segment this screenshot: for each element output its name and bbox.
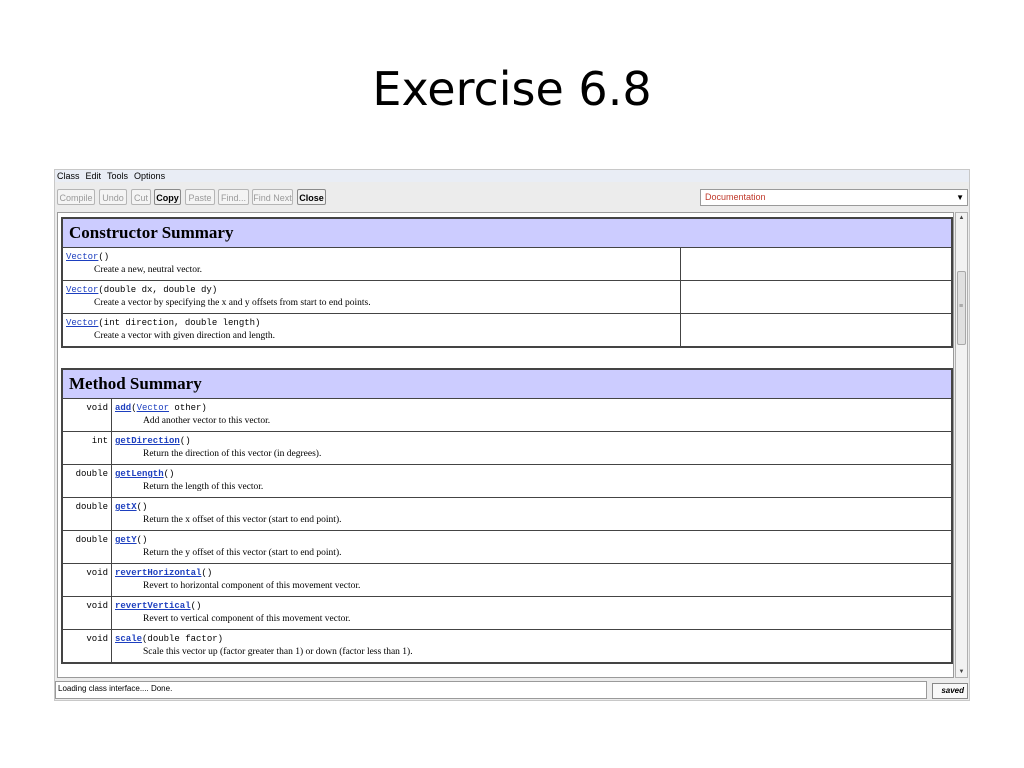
constructor-link[interactable]: Vector <box>66 285 98 295</box>
method-return-type: double <box>61 530 112 564</box>
status-bar: Loading class interface.... Done. <box>55 681 927 699</box>
method-link[interactable]: revertHorizontal <box>115 568 201 578</box>
method-return-type: void <box>61 629 112 663</box>
constructor-params: (double dx, double dy) <box>98 285 218 295</box>
grip-icon: ≡ <box>959 303 964 310</box>
scroll-thumb[interactable]: ≡ <box>957 271 966 345</box>
method-params: () <box>163 469 175 479</box>
menubar: Class Edit Tools Options <box>55 170 969 182</box>
vertical-scrollbar[interactable]: ▲ ≡ ▼ <box>955 212 968 678</box>
method-return-type: void <box>61 563 112 597</box>
menu-class[interactable]: Class <box>57 171 80 181</box>
method-params: () <box>179 436 191 446</box>
menu-tools[interactable]: Tools <box>107 171 128 181</box>
undo-button[interactable]: Undo <box>99 189 127 205</box>
menu-options[interactable]: Options <box>134 171 165 181</box>
method-description: Revert to horizontal component of this m… <box>143 581 361 591</box>
method-link[interactable]: revertVertical <box>115 601 191 611</box>
method-params: () <box>136 535 148 545</box>
method-params: () <box>190 601 202 611</box>
method-return-type: void <box>61 398 112 432</box>
method-return-type: double <box>61 464 112 498</box>
chevron-down-icon: ▼ <box>956 193 964 202</box>
constructor-summary-table: Constructor Summary Vector() Create a ne… <box>61 217 953 348</box>
method-description: Revert to vertical component of this mov… <box>143 614 351 624</box>
blank-cell <box>680 313 953 347</box>
constructor-row: Vector(double dx, double dy) Create a ve… <box>61 280 953 314</box>
constructor-link[interactable]: Vector <box>66 318 98 328</box>
method-description: Return the y offset of this vector (star… <box>143 548 342 558</box>
method-row: void revertVertical() Revert to vertical… <box>61 596 953 630</box>
method-link[interactable]: getX <box>115 502 137 512</box>
method-return-type: int <box>61 431 112 465</box>
method-row: double getX() Return the x offset of thi… <box>61 497 953 531</box>
method-link[interactable]: getY <box>115 535 137 545</box>
method-description: Return the x offset of this vector (star… <box>143 515 342 525</box>
param-type-link[interactable]: Vector <box>137 403 169 413</box>
scroll-up-icon[interactable]: ▲ <box>956 213 967 223</box>
method-description: Scale this vector up (factor greater tha… <box>143 647 413 657</box>
method-row: void revertHorizontal() Revert to horizo… <box>61 563 953 597</box>
method-params: () <box>201 568 213 578</box>
constructor-params: () <box>98 252 110 262</box>
constructor-link[interactable]: Vector <box>66 252 98 262</box>
menu-edit[interactable]: Edit <box>86 171 102 181</box>
compile-button[interactable]: Compile <box>57 189 95 205</box>
constructor-row: Vector(int direction, double length) Cre… <box>61 313 953 347</box>
method-description: Return the direction of this vector (in … <box>143 449 322 459</box>
method-link[interactable]: getLength <box>115 469 164 479</box>
method-row: double getY() Return the y offset of thi… <box>61 530 953 564</box>
method-summary-heading: Method Summary <box>62 369 952 399</box>
scroll-down-icon[interactable]: ▼ <box>956 667 967 677</box>
view-select[interactable]: Documentation ▼ <box>700 189 968 206</box>
method-row: int getDirection() Return the direction … <box>61 431 953 465</box>
find-button[interactable]: Find... <box>218 189 249 205</box>
method-row: double getLength() Return the length of … <box>61 464 953 498</box>
method-summary-table: Method Summary void add(Vector other) Ad… <box>61 368 953 664</box>
copy-button[interactable]: Copy <box>154 189 181 205</box>
blank-cell <box>680 280 953 314</box>
method-link[interactable]: getDirection <box>115 436 180 446</box>
constructor-description: Create a vector with given direction and… <box>94 331 275 341</box>
paste-button[interactable]: Paste <box>185 189 215 205</box>
method-params: () <box>136 502 148 512</box>
constructor-params: (int direction, double length) <box>98 318 261 328</box>
constructor-row: Vector() Create a new, neutral vector. <box>61 247 953 281</box>
method-row: void add(Vector other) Add another vecto… <box>61 398 953 432</box>
constructor-description: Create a vector by specifying the x and … <box>94 298 371 308</box>
editor-window: Class Edit Tools Options Compile Undo Cut C… <box>54 169 970 701</box>
method-link[interactable]: scale <box>115 634 142 644</box>
close-button[interactable]: Close <box>297 189 326 205</box>
cut-button[interactable]: Cut <box>131 189 151 205</box>
constructor-description: Create a new, neutral vector. <box>94 265 203 275</box>
documentation-pane[interactable]: Constructor Summary Vector() Create a ne… <box>57 212 954 678</box>
find-next-button[interactable]: Find Next <box>252 189 293 205</box>
method-link[interactable]: add <box>115 403 131 413</box>
method-description: Return the length of this vector. <box>143 482 264 492</box>
method-return-type: void <box>61 596 112 630</box>
blank-cell <box>680 247 953 281</box>
view-select-value: Documentation <box>705 192 766 202</box>
method-params: other) <box>169 403 207 413</box>
toolbar: Compile Undo Cut Copy Paste Find... Find… <box>55 187 969 209</box>
constructor-summary-heading: Constructor Summary <box>62 218 952 248</box>
method-params: (double factor) <box>142 634 224 644</box>
slide-title: Exercise 6.8 <box>372 62 652 116</box>
saved-indicator: saved <box>932 683 968 699</box>
method-description: Add another vector to this vector. <box>143 416 271 426</box>
method-row: void scale(double factor) Scale this vec… <box>61 629 953 663</box>
method-return-type: double <box>61 497 112 531</box>
